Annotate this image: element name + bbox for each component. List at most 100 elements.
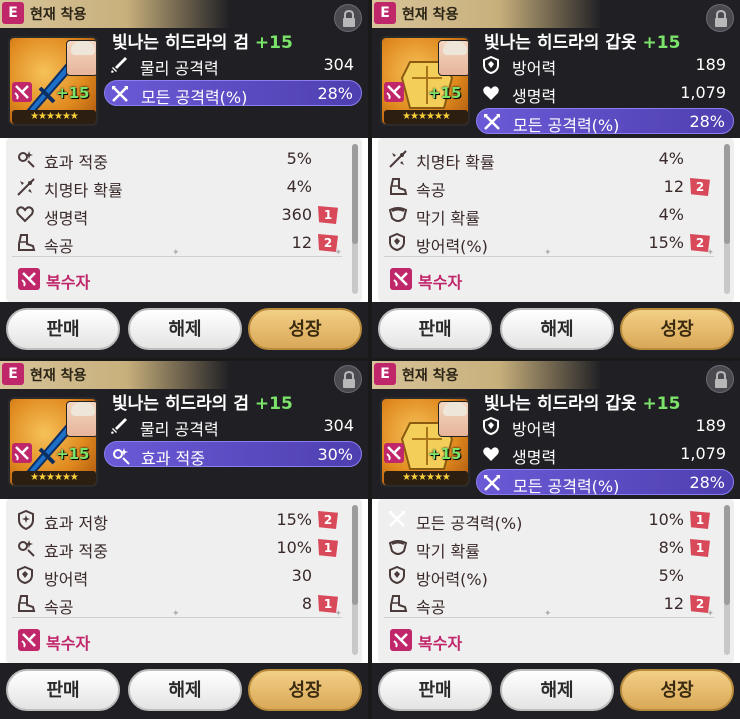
sub-stat-roll-badge: 2	[318, 511, 338, 529]
item-name: 빛나는 히드라의 갑옷 +15	[484, 28, 680, 53]
unequip-button[interactable]: 해제	[128, 669, 242, 711]
sub-stat-row: 모든 공격력(%) 10% 1	[384, 507, 714, 533]
item-star-rating: ★★★★★★	[12, 471, 96, 485]
critical-icon	[388, 149, 408, 169]
current-equip-banner: 현재 착용	[372, 361, 602, 389]
lock-button[interactable]	[334, 4, 362, 32]
unequip-button[interactable]: 해제	[128, 308, 242, 350]
current-equip-label: 현재 착용	[30, 7, 87, 23]
panel-top-right: 현재 착용 E +15 ★★★★★★ 빛나는 히드라의 갑옷 +15 방어력 189 생명력 1…	[372, 0, 740, 358]
sub-stat-roll-badge: 1	[318, 206, 338, 224]
main-stat-value: 1,079	[680, 83, 726, 102]
avenger-set-icon	[390, 629, 412, 651]
item-portrait[interactable]: +15 ★★★★★★	[8, 397, 98, 487]
sub-stat-name: 효과 적중	[44, 542, 108, 561]
main-stat-value: 28%	[689, 473, 725, 492]
sell-button[interactable]: 판매	[378, 308, 492, 350]
sub-stats-area[interactable]: 효과 적중5%치명타 확률4%생명력3601속공122복수자	[6, 138, 362, 302]
action-button-bar: 판매 해제 성장	[372, 302, 740, 358]
scrollbar-thumb[interactable]	[352, 505, 358, 605]
scrollbar-thumb[interactable]	[724, 144, 730, 244]
sub-stat-row: 막기 확률 8% 1	[384, 535, 714, 561]
shield-icon	[388, 232, 408, 253]
set-name: 복수자	[418, 273, 463, 292]
sub-stat-value: 5%	[286, 149, 312, 168]
item-enhance-level: +15	[428, 445, 462, 463]
sub-stat-value: 4%	[286, 177, 312, 196]
item-portrait[interactable]: +15 ★★★★★★	[380, 397, 470, 487]
crossed-swords-icon	[111, 85, 129, 103]
item-name: 빛나는 히드라의 갑옷 +15	[484, 389, 680, 414]
sub-stats-area[interactable]: 치명타 확률4%속공122막기 확률4%방어력(%)15%2복수자	[378, 138, 734, 302]
scrollbar-thumb[interactable]	[352, 144, 358, 244]
sell-button[interactable]: 판매	[6, 669, 120, 711]
main-stat-name: 생명력	[512, 87, 557, 106]
effect-resist-icon	[16, 509, 36, 531]
main-stat-name: 효과 적중	[141, 449, 205, 468]
item-portrait[interactable]: +15 ★★★★★★	[8, 36, 98, 126]
sub-stats-scrollbar[interactable]	[352, 505, 358, 655]
sell-button[interactable]: 판매	[6, 308, 120, 350]
sub-stat-roll-badge: 2	[690, 178, 710, 196]
sub-stat-value: 30	[291, 566, 312, 585]
sell-button[interactable]: 판매	[378, 669, 492, 711]
crossed-swords-icon	[388, 510, 408, 530]
main-stat-value: 189	[695, 416, 726, 435]
enhance-button[interactable]: 성장	[248, 669, 362, 711]
sub-stat-name: 생명력	[44, 209, 89, 228]
sub-stat-row: 효과 저항 15% 2	[12, 507, 342, 533]
equipped-badge: E	[374, 2, 396, 24]
character-avatar	[66, 40, 96, 76]
equipped-badge: E	[2, 2, 24, 24]
item-name-plus: +15	[254, 394, 293, 414]
enhance-button[interactable]: 성장	[248, 308, 362, 350]
item-portrait[interactable]: +15 ★★★★★★	[380, 36, 470, 126]
current-equip-banner: 현재 착용	[372, 0, 602, 28]
sub-stats-scrollbar[interactable]	[352, 144, 358, 294]
boot-icon	[16, 594, 36, 614]
lock-button[interactable]	[706, 4, 734, 32]
enhance-button[interactable]: 성장	[620, 669, 734, 711]
main-stat-name: 방어력	[512, 420, 557, 439]
main-stat-value: 28%	[317, 84, 353, 103]
heart-icon	[482, 445, 500, 463]
avenger-class-icon	[384, 443, 404, 463]
sub-stat-name: 모든 공격력(%)	[416, 514, 523, 533]
sub-stat-roll-badge: 1	[690, 511, 710, 529]
main-stat-row: 모든 공격력(%) 28%	[476, 108, 734, 135]
sub-stats-area[interactable]: 효과 저항15%2효과 적중10%1방어력30속공81복수자	[6, 499, 362, 663]
main-stat-name: 모든 공격력(%)	[513, 477, 620, 496]
sub-stat-name: 속공	[44, 598, 74, 617]
sub-stat-name: 속공	[416, 598, 446, 617]
panel-bottom-right: 현재 착용 E +15 ★★★★★★ 빛나는 히드라의 갑옷 +15 방어력 189 생명력 1…	[372, 361, 740, 719]
unequip-button[interactable]: 해제	[500, 669, 614, 711]
lock-button[interactable]	[334, 365, 362, 393]
sub-stats-area[interactable]: 모든 공격력(%)10%1막기 확률8%1방어력(%)5%속공122복수자	[378, 499, 734, 663]
section-divider	[384, 609, 714, 619]
section-divider	[384, 248, 714, 258]
sub-stat-value: 5%	[658, 566, 684, 585]
scrollbar-thumb[interactable]	[724, 505, 730, 605]
boot-icon	[388, 594, 408, 614]
main-stat-value: 30%	[317, 445, 353, 464]
critical-icon	[16, 177, 36, 197]
sub-stat-value: 12	[291, 233, 312, 252]
panel-top-left: 현재 착용 E +15 ★★★★★★ 빛나는 히드라의 검 +15 물리 공격력 304 모든…	[0, 0, 368, 358]
item-header-area: 현재 착용 E +15 ★★★★★★ 빛나는 히드라의 갑옷 +15 방어력 189 생명력 1…	[372, 361, 740, 499]
character-avatar	[438, 40, 468, 76]
sub-stat-row: 방어력 30	[12, 563, 342, 589]
item-star-rating: ★★★★★★	[384, 471, 468, 485]
sub-stats-scrollbar[interactable]	[724, 144, 730, 294]
sub-stat-row: 효과 적중 10% 1	[12, 535, 342, 561]
enhance-button[interactable]: 성장	[620, 308, 734, 350]
crossed-swords-icon	[483, 113, 501, 131]
unequip-button[interactable]: 해제	[500, 308, 614, 350]
sub-stats-scrollbar[interactable]	[724, 505, 730, 655]
panel-bottom-left: 현재 착용 E +15 ★★★★★★ 빛나는 히드라의 검 +15 물리 공격력 304 효과…	[0, 361, 368, 719]
effect-hit-icon	[111, 446, 130, 465]
sub-stat-row: 효과 적중 5%	[12, 146, 342, 172]
item-name-text: 빛나는 히드라의 갑옷	[484, 33, 637, 53]
block-icon	[388, 538, 408, 558]
lock-button[interactable]	[706, 365, 734, 393]
avenger-set-icon	[18, 629, 40, 651]
